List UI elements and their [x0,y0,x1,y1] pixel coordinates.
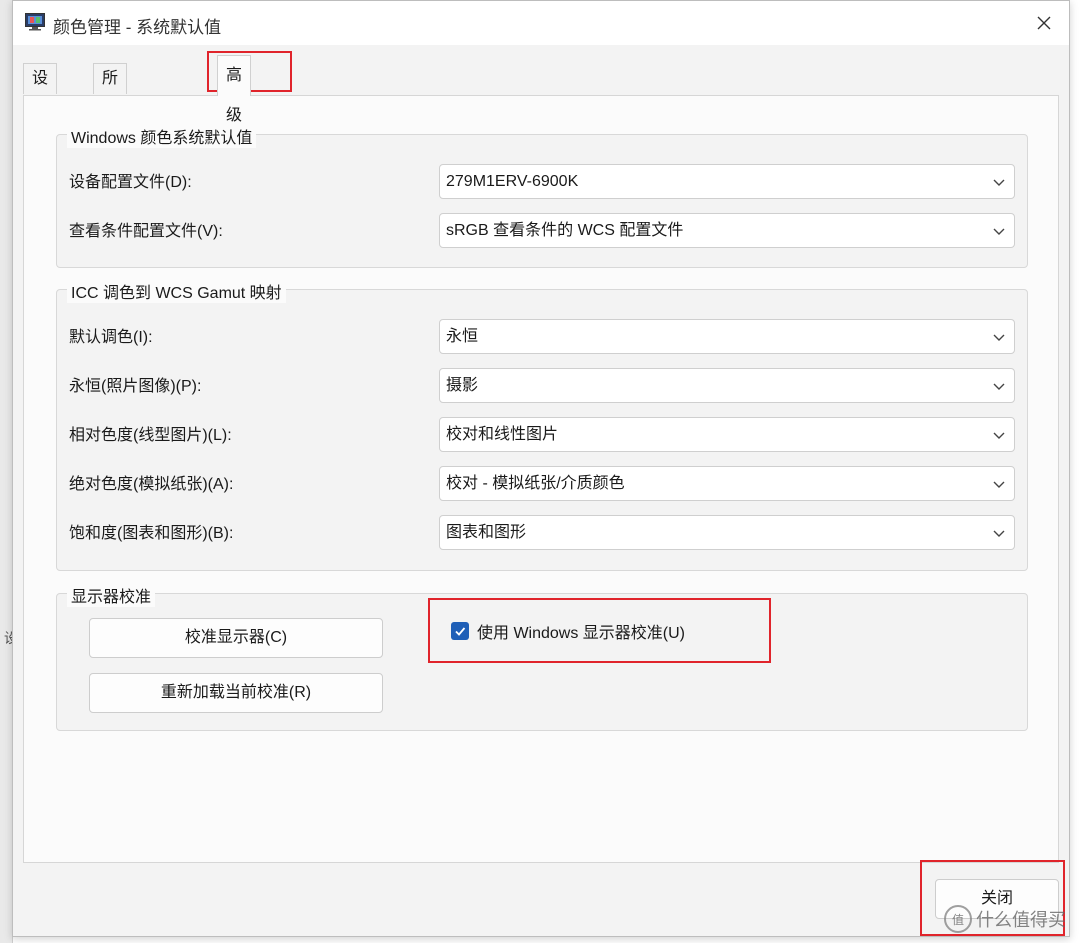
group-legend: ICC 调色到 WCS Gamut 映射 [67,279,286,303]
perceptual-select[interactable]: 摄影 [439,368,1015,403]
device-profile-label: 设备配置文件(D): [69,174,192,191]
default-rendering-label: 默认调色(I): [69,329,153,346]
group-legend: 显示器校准 [67,583,156,607]
tab-devices[interactable]: 设备 [23,63,58,117]
watermark-text: 什么值得买 [976,910,1066,930]
calibrate-display-button[interactable]: 校准显示器(C) [89,618,383,658]
reload-calibration-button[interactable]: 重新加载当前校准(R) [89,673,383,713]
close-icon [1037,16,1051,30]
use-windows-calibration-option[interactable]: 使用 Windows 显示器校准(U) [451,616,685,646]
saturation-select[interactable]: 图表和图形 [439,515,1015,550]
advanced-tab-panel: Windows 颜色系统默认值 设备配置文件(D): 279M1ERV-6900… [23,95,1059,863]
gamut-mapping-group: ICC 调色到 WCS Gamut 映射 默认调色(I): 永恒 永恒(照片图像… [56,279,1028,571]
watermark: 值 什么值得买 [944,905,1066,933]
relative-colorimetric-label: 相对色度(线型图片)(L): [69,427,232,444]
display-calibration-group: 显示器校准 校准显示器(C) 重新加载当前校准(R) 使用 Windows 显示… [56,583,1028,731]
chevron-down-icon [993,334,1005,341]
checkmark-icon [455,627,466,636]
use-windows-calibration-checkbox[interactable] [451,622,469,640]
chevron-down-icon [993,530,1005,537]
default-rendering-select[interactable]: 永恒 [439,319,1015,354]
saturation-label: 饱和度(图表和图形)(B): [69,525,234,542]
watermark-badge: 值 [944,905,972,933]
windows-color-defaults-group: Windows 颜色系统默认值 设备配置文件(D): 279M1ERV-6900… [56,124,1028,268]
chevron-down-icon [993,432,1005,439]
use-windows-calibration-label: 使用 Windows 显示器校准(U) [477,625,686,642]
chevron-down-icon [993,481,1005,488]
viewing-conditions-select[interactable]: sRGB 查看条件的 WCS 配置文件 [439,213,1015,248]
tab-all-profiles[interactable]: 所有配置文件 [93,63,128,237]
window-close-button[interactable] [1019,1,1069,45]
chevron-down-icon [993,228,1005,235]
chevron-down-icon [993,179,1005,186]
window-title: 颜色管理 - 系统默认值 [53,18,222,37]
absolute-colorimetric-select[interactable]: 校对 - 模拟纸张/介质颜色 [439,466,1015,501]
tab-advanced[interactable]: 高级 [217,55,252,124]
relative-colorimetric-select[interactable]: 校对和线性图片 [439,417,1015,452]
color-management-dialog: 颜色管理 - 系统默认值 设备 所有配置文件 高级 Windows 颜色系统默认… [12,0,1070,937]
color-management-app-icon [25,13,45,31]
chevron-down-icon [993,383,1005,390]
perceptual-label: 永恒(照片图像)(P): [69,378,202,395]
absolute-colorimetric-label: 绝对色度(模拟纸张)(A): [69,476,234,493]
title-bar: 颜色管理 - 系统默认值 [13,1,1069,45]
device-profile-select[interactable]: 279M1ERV-6900K [439,164,1015,199]
viewing-conditions-label: 查看条件配置文件(V): [69,223,223,240]
